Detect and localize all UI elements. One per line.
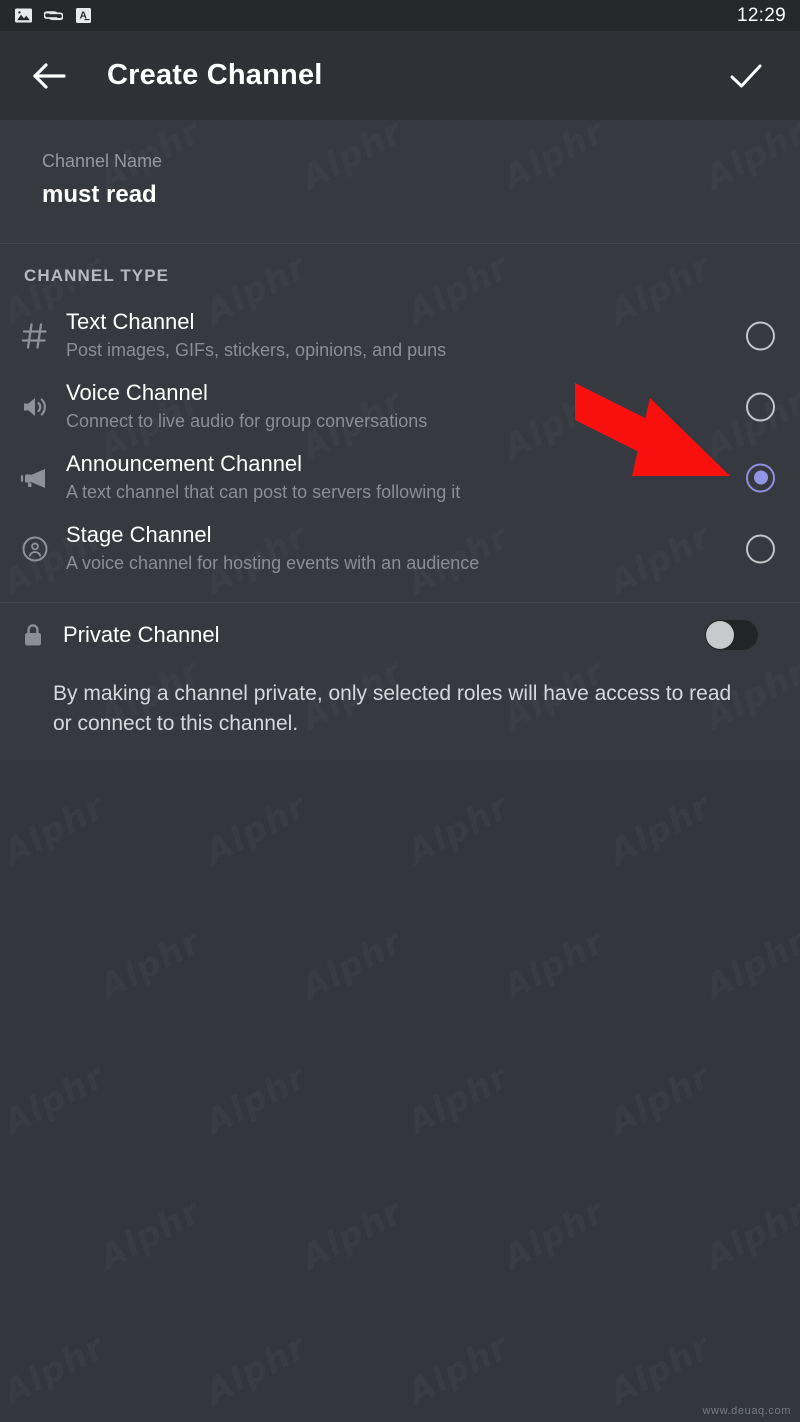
channel-type-option-text-labels: Text Channel Post images, GIFs, stickers…: [66, 308, 446, 363]
status-bar: A 12:29: [0, 0, 800, 31]
option-description: A text channel that can post to servers …: [66, 482, 461, 502]
private-channel-toggle[interactable]: [705, 619, 758, 650]
option-title: Announcement Channel: [66, 451, 303, 476]
channel-type-option-stage[interactable]: Stage Channel A voice channel for hostin…: [0, 513, 800, 584]
channel-type-option-voice[interactable]: Voice Channel Connect to live audio for …: [0, 371, 800, 442]
app-screen: AlphrAlphrAlphrAlphrAlphrAlphrAlphrAlphr…: [0, 0, 800, 1422]
option-description: Post images, GIFs, stickers, opinions, a…: [66, 340, 447, 360]
private-channel-description: By making a channel private, only select…: [53, 682, 732, 735]
hash-icon: [12, 321, 58, 351]
channel-name-label: Channel Name: [42, 151, 163, 171]
stage-icon: [12, 534, 58, 564]
megaphone-icon: [12, 463, 58, 493]
channel-name-input[interactable]: must read: [42, 181, 800, 209]
image-icon: [14, 6, 33, 25]
status-bar-clock: 12:29: [736, 4, 786, 26]
lock-icon: [10, 622, 56, 648]
empty-area: [0, 760, 800, 1422]
page-title: Create Channel: [107, 59, 323, 91]
app-bar: Create Channel: [0, 31, 800, 120]
status-bar-icons: A: [14, 6, 93, 25]
site-watermark: www.deuaq.com: [702, 1405, 791, 1417]
private-channel-label: Private Channel: [63, 621, 220, 647]
channel-type-option-stage-labels: Stage Channel A voice channel for hostin…: [66, 521, 479, 576]
private-channel-row[interactable]: Private Channel: [0, 603, 800, 666]
radio-stage-channel[interactable]: [746, 534, 775, 563]
divider-top: [0, 243, 800, 244]
option-title: Stage Channel: [66, 522, 212, 547]
link-icon: [44, 6, 63, 25]
channel-name-field[interactable]: Channel Name must read: [0, 120, 800, 243]
speaker-icon: [12, 392, 58, 422]
option-description: Connect to live audio for group conversa…: [66, 411, 428, 431]
radio-text-channel[interactable]: [746, 321, 775, 350]
channel-type-header: CHANNEL TYPE: [24, 266, 170, 285]
channel-type-option-voice-labels: Voice Channel Connect to live audio for …: [66, 379, 427, 434]
translate-icon: A: [74, 6, 93, 25]
channel-type-option-announcement-labels: Announcement Channel A text channel that…: [66, 450, 460, 505]
radio-voice-channel[interactable]: [746, 392, 775, 421]
channel-type-list: Text Channel Post images, GIFs, stickers…: [0, 300, 800, 584]
toggle-knob: [706, 620, 734, 649]
radio-announcement-channel[interactable]: [746, 463, 775, 492]
channel-type-option-text[interactable]: Text Channel Post images, GIFs, stickers…: [0, 300, 800, 371]
back-arrow-icon[interactable]: [17, 44, 81, 108]
checkmark-icon[interactable]: [718, 48, 774, 104]
channel-type-option-announcement[interactable]: Announcement Channel A text channel that…: [0, 442, 800, 513]
option-title: Text Channel: [66, 309, 195, 334]
option-description: A voice channel for hosting events with …: [66, 553, 480, 573]
private-channel-section: Private Channel By making a channel priv…: [0, 603, 800, 739]
option-title: Voice Channel: [66, 380, 208, 405]
